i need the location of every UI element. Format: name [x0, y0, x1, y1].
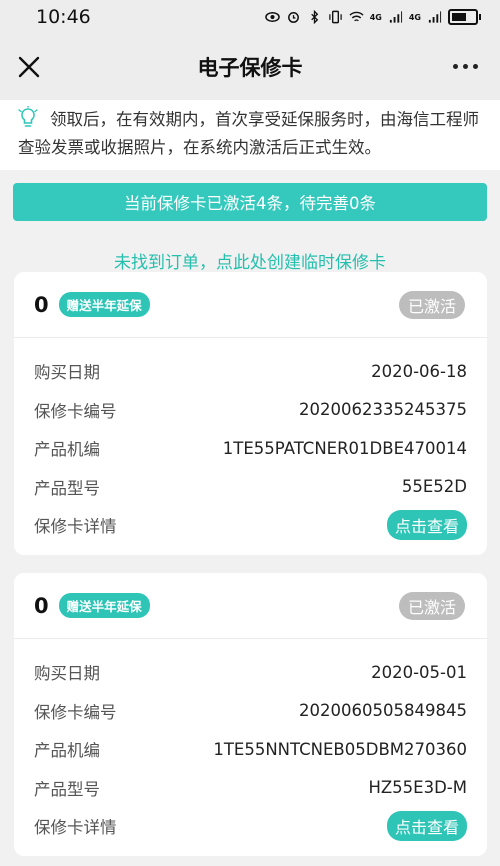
row-label: 产品型号: [34, 779, 100, 799]
bluetooth-icon: [310, 10, 318, 24]
row-value: 1TE55NNTCNEB05DBM270360: [213, 739, 467, 759]
row-label: 保修卡编号: [34, 401, 117, 421]
status-badge: 已激活: [398, 592, 465, 620]
signal-label: 4G: [408, 12, 421, 22]
row-label: 保修卡详情: [34, 818, 117, 838]
eye-icon: [264, 12, 280, 22]
row-value: 2020-05-01: [371, 662, 467, 682]
row-value: 2020-06-18: [371, 361, 467, 381]
close-icon[interactable]: [14, 52, 44, 82]
model-row: 产品型号 HZ55E3D-M: [14, 769, 487, 808]
view-details-button[interactable]: 点击查看: [386, 510, 467, 541]
row-value: 55E52D: [401, 477, 467, 497]
card-count: 0: [34, 593, 49, 618]
page-title: 电子保修卡: [197, 56, 303, 80]
model-row: 产品型号 55E52D: [14, 468, 487, 507]
row-value: 1TE55PATCNER01DBE470014: [222, 438, 467, 458]
battery-icon: [448, 9, 481, 25]
purchase-date-row: 购买日期 2020-05-01: [14, 653, 487, 692]
row-value: 2020062335245375: [299, 400, 467, 420]
purchase-date-row: 购买日期 2020-06-18: [14, 352, 487, 391]
alarm-icon: [287, 12, 299, 23]
card-number-row: 保修卡编号 2020060505849845: [14, 692, 487, 731]
row-label: 产品机编: [34, 741, 100, 761]
notice-text: 领取后，在有效期内，首次享受延保服务时，由海信工程师查验发票或收据照片，在系统内…: [18, 110, 479, 157]
row-label: 产品机编: [34, 440, 100, 460]
warranty-card: 0 赠送半年延保 已激活 购买日期 2020-06-18 保修卡编号 20200…: [14, 272, 487, 555]
serial-number-row: 产品机编 1TE55PATCNER01DBE470014: [14, 429, 487, 468]
notice-panel: 领取后，在有效期内，首次享受延保服务时，由海信工程师查验发票或收据照片，在系统内…: [0, 100, 500, 170]
card-header: 0 赠送半年延保 已激活: [14, 573, 487, 639]
row-value: 2020060505849845: [299, 701, 467, 721]
row-value: HZ55E3D-M: [368, 778, 467, 798]
summary-banner: 当前保修卡已激活4条，待完善0条: [13, 183, 487, 221]
status-badge: 已激活: [398, 291, 465, 319]
card-header: 0 赠送半年延保 已激活: [14, 272, 487, 338]
signal-icon: [428, 11, 442, 23]
more-icon[interactable]: [453, 64, 478, 69]
warranty-card: 0 赠送半年延保 已激活 购买日期 2020-05-01 保修卡编号 20200…: [14, 573, 487, 856]
view-details-button[interactable]: 点击查看: [386, 811, 467, 842]
row-label: 保修卡编号: [34, 702, 117, 722]
row-label: 保修卡详情: [34, 517, 117, 537]
status-bar: 10:46 4G 4G: [0, 0, 500, 34]
signal-label: 4G: [369, 12, 382, 22]
row-label: 产品型号: [34, 478, 100, 498]
create-temp-card-link[interactable]: 未找到订单，点此处创建临时保修卡: [0, 248, 500, 273]
lightbulb-icon: [18, 106, 38, 127]
status-icons: 4G 4G: [264, 9, 481, 25]
row-label: 购买日期: [34, 363, 100, 383]
signal-icon: [389, 11, 402, 23]
serial-number-row: 产品机编 1TE55NNTCNEB05DBM270360: [14, 730, 487, 769]
wifi-icon: [349, 11, 364, 22]
clock: 10:46: [36, 6, 91, 28]
vibrate-icon: [328, 10, 342, 24]
card-count: 0: [34, 292, 49, 317]
row-label: 购买日期: [34, 664, 100, 684]
promo-badge: 赠送半年延保: [58, 292, 150, 317]
detail-row: 保修卡详情 点击查看: [14, 807, 487, 846]
detail-row: 保修卡详情 点击查看: [14, 506, 487, 545]
card-number-row: 保修卡编号 2020062335245375: [14, 391, 487, 430]
nav-bar: 电子保修卡: [0, 34, 500, 100]
promo-badge: 赠送半年延保: [58, 593, 150, 618]
